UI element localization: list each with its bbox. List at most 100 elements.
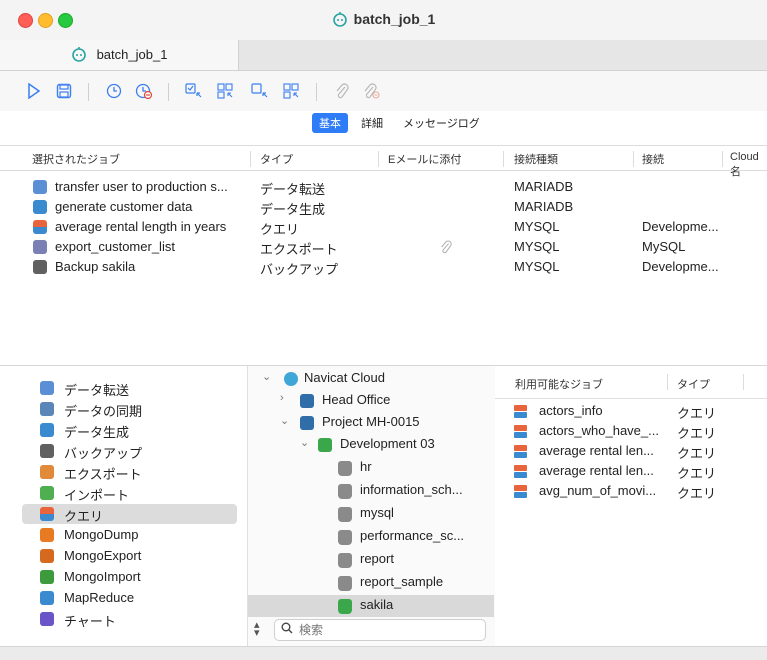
sort-stepper-icon[interactable]: ▴ ▾ xyxy=(254,620,260,639)
table-row[interactable]: Backup sakila バックアップ MYSQL Developme... xyxy=(0,257,767,277)
job-name: average rental len... xyxy=(539,443,654,458)
category-query[interactable]: クエリ xyxy=(22,504,237,524)
search-icon xyxy=(281,622,293,637)
chevron-down-icon[interactable]: ⌄ xyxy=(262,370,272,383)
chevron-down-icon[interactable]: ⌄ xyxy=(300,436,310,449)
category-mongodump[interactable]: MongoDump xyxy=(22,525,237,545)
job-type: クエリ xyxy=(677,426,717,441)
title-bar: batch_job_1 xyxy=(0,0,767,41)
clock-remove-icon[interactable] xyxy=(134,81,154,101)
search-field[interactable] xyxy=(274,619,486,641)
job-conn-type: MYSQL xyxy=(514,219,560,234)
category-data-generation[interactable]: データ生成 xyxy=(22,420,237,440)
tree-label: information_sch... xyxy=(360,482,463,497)
list-item[interactable]: actors_who_have_... クエリ xyxy=(513,422,763,442)
category-mapreduce[interactable]: MapReduce xyxy=(22,588,237,608)
import-icon xyxy=(40,486,54,500)
chevron-down-icon[interactable]: ⌄ xyxy=(280,414,290,427)
play-icon[interactable] xyxy=(24,81,44,101)
query-icon xyxy=(513,464,528,479)
database-icon xyxy=(338,599,352,614)
detach-icon[interactable] xyxy=(362,81,382,101)
deselect-all-icon[interactable] xyxy=(282,81,302,101)
data-transfer-icon xyxy=(33,180,47,194)
attachment-icon[interactable] xyxy=(440,240,452,257)
table-row[interactable]: generate customer data データ生成 MARIADB xyxy=(0,197,767,217)
robot-icon xyxy=(332,11,348,30)
list-item[interactable]: average rental len... クエリ xyxy=(513,462,763,482)
category-label: インポート xyxy=(64,488,130,503)
list-item[interactable]: avg_num_of_movi... クエリ xyxy=(513,482,763,502)
attach-icon[interactable] xyxy=(332,81,352,101)
tree-label: mysql xyxy=(360,505,394,520)
job-name: actors_who_have_... xyxy=(539,423,659,438)
segment-detail[interactable]: 詳細 xyxy=(354,113,390,133)
category-label: MongoDump xyxy=(64,527,139,542)
category-label: MongoExport xyxy=(64,548,142,563)
column-header-conn-type[interactable]: 接続種類 xyxy=(514,151,558,167)
query-icon xyxy=(513,444,528,459)
job-type: クエリ xyxy=(260,222,300,237)
toolbar xyxy=(0,71,767,111)
table-row[interactable]: average rental length in years クエリ MYSQL… xyxy=(0,217,767,237)
mongoimport-icon xyxy=(40,570,54,584)
job-name: average rental length in years xyxy=(55,219,227,234)
job-type: データ転送 xyxy=(260,182,326,197)
status-bar xyxy=(0,646,767,660)
tree-label: report_sample xyxy=(360,574,444,589)
column-header-email[interactable]: Eメールに添付 xyxy=(388,151,461,167)
tree-label: hr xyxy=(360,459,372,474)
category-export[interactable]: エクスポート xyxy=(22,462,237,482)
table-row[interactable]: transfer user to production s... データ転送 M… xyxy=(0,177,767,197)
select-icon[interactable] xyxy=(184,81,204,101)
job-name: generate customer data xyxy=(55,199,193,214)
save-icon[interactable] xyxy=(54,81,74,101)
search-input[interactable] xyxy=(297,621,481,639)
category-backup[interactable]: バックアップ xyxy=(22,441,237,461)
job-connection: MySQL xyxy=(642,239,686,254)
clock-icon[interactable] xyxy=(104,81,124,101)
selected-jobs-header: 選択されたジョブ タイプ Eメールに添付 接続種類 接続 Cloud名 xyxy=(0,145,767,178)
category-chart[interactable]: チャート xyxy=(22,609,237,629)
query-icon xyxy=(513,404,528,419)
view-segmented-control: 基本 詳細 メッセージログ xyxy=(312,113,487,133)
category-label: MapReduce xyxy=(64,590,135,605)
segment-basic[interactable]: 基本 xyxy=(312,113,348,133)
query-icon xyxy=(513,484,528,499)
column-header-available[interactable]: 利用可能なジョブ xyxy=(515,376,603,392)
deselect-icon[interactable] xyxy=(250,81,270,101)
column-header-type[interactable]: タイプ xyxy=(260,151,293,167)
job-name: avg_num_of_movi... xyxy=(539,483,657,498)
list-item[interactable]: actors_info クエリ xyxy=(513,402,763,422)
mapreduce-icon xyxy=(40,591,54,605)
job-category-list: データ転送 データの同期 データ生成 バックアップ エクスポート インポート ク… xyxy=(0,366,247,646)
tab-batch-job[interactable]: batch_job_1 xyxy=(0,40,239,70)
job-name: actors_info xyxy=(539,403,603,418)
tree-label: performance_sc... xyxy=(360,528,465,543)
category-data-sync[interactable]: データの同期 xyxy=(22,399,237,419)
cloud-icon xyxy=(284,372,298,386)
category-data-transfer[interactable]: データ転送 xyxy=(22,378,237,398)
category-label: MongoImport xyxy=(64,569,141,584)
segment-message-log[interactable]: メッセージログ xyxy=(396,113,487,133)
tab-label: batch_job_1 xyxy=(96,47,168,62)
list-item[interactable]: average rental len... クエリ xyxy=(513,442,763,462)
data-generation-icon xyxy=(40,423,54,437)
job-type: エクスポート xyxy=(260,242,338,257)
column-header-job[interactable]: 選択されたジョブ xyxy=(32,151,120,167)
tree-label: sakila xyxy=(360,597,394,612)
project-icon xyxy=(300,416,314,430)
category-label: データ生成 xyxy=(64,425,130,440)
category-import[interactable]: インポート xyxy=(22,483,237,503)
table-row[interactable]: export_customer_list エクスポート MYSQL MySQL xyxy=(0,237,767,257)
chevron-right-icon[interactable]: › xyxy=(280,392,290,404)
select-all-icon[interactable] xyxy=(216,81,236,101)
category-mongoimport[interactable]: MongoImport xyxy=(22,567,237,587)
job-connection: Developme... xyxy=(642,219,719,234)
connection-icon xyxy=(318,438,332,452)
column-header-available-type[interactable]: タイプ xyxy=(677,376,710,392)
column-header-cloud[interactable]: Cloud名 xyxy=(730,151,767,179)
category-mongoexport[interactable]: MongoExport xyxy=(22,546,237,566)
job-type: バックアップ xyxy=(260,262,339,277)
column-header-connection[interactable]: 接続 xyxy=(642,151,664,167)
